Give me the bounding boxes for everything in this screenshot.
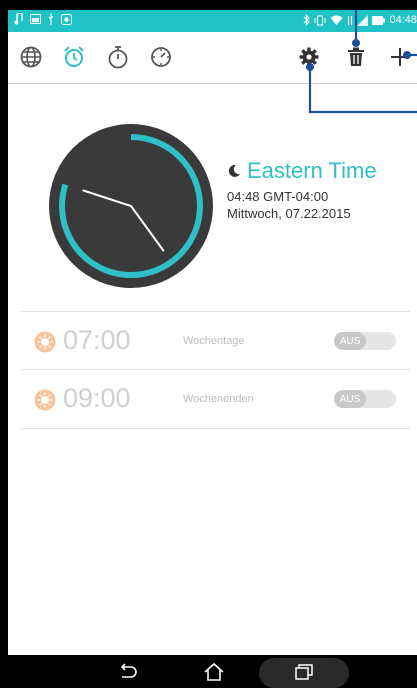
alarm-toggle[interactable]: AUS <box>334 390 396 408</box>
app-window: 04:48 Eastern Time 04:48 GMT-04:00 Mittw… <box>8 10 417 655</box>
home-icon <box>204 662 224 681</box>
timezone-info[interactable]: Eastern Time 04:48 GMT-04:00 Mittwoch, 0… <box>227 158 377 222</box>
alarm-toggle[interactable]: AUS <box>334 332 396 350</box>
screen: 04:48 Eastern Time 04:48 GMT-04:00 Mittw… <box>0 0 417 688</box>
back-icon <box>120 663 137 678</box>
timezone-title-row: Eastern Time <box>227 158 377 184</box>
alarm-days: Wochenenden <box>183 393 254 405</box>
sun-icon <box>34 331 56 353</box>
home-button[interactable] <box>196 658 232 686</box>
timezone-name: Eastern Time <box>247 158 377 183</box>
divider <box>20 311 410 312</box>
recents-icon <box>295 664 313 680</box>
sun-icon <box>34 389 56 411</box>
divider <box>20 428 410 429</box>
alarm-days: Wochentage <box>183 335 245 347</box>
toggle-label: AUS <box>334 332 366 350</box>
alarm-row[interactable]: 07:00 Wochentage AUS <box>20 313 410 369</box>
navigation-bar <box>0 655 417 688</box>
alarm-row[interactable]: 09:00 Wochenenden AUS <box>20 371 410 427</box>
analog-clock <box>49 124 213 288</box>
toggle-label: AUS <box>334 390 366 408</box>
timezone-date: Mittwoch, 07.22.2015 <box>227 206 351 221</box>
moon-icon <box>228 164 240 177</box>
recents-icon-wrapper[interactable] <box>286 658 322 686</box>
alarm-time: 07:00 <box>63 325 131 355</box>
divider <box>20 369 410 370</box>
alarm-time: 09:00 <box>63 383 131 413</box>
annotation-callouts <box>306 10 417 114</box>
back-button[interactable] <box>110 658 146 686</box>
timezone-time: 04:48 GMT-04:00 <box>227 189 329 204</box>
